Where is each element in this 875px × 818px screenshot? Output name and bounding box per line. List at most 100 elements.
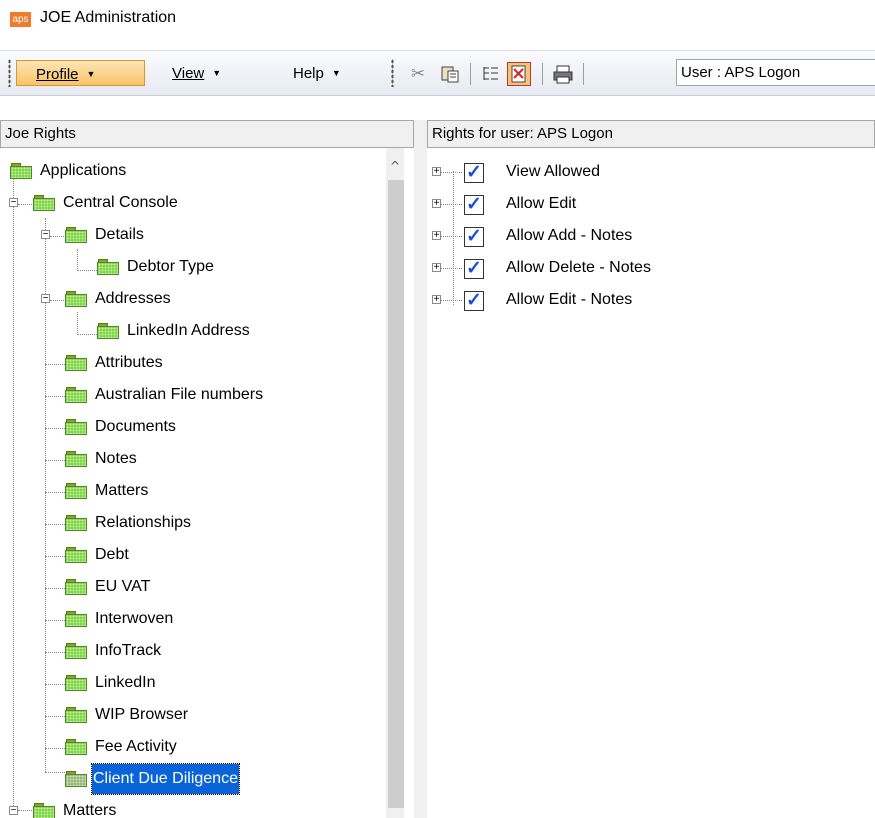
- tree-node-applications[interactable]: Applications: [0, 156, 380, 186]
- checkbox-checked-icon[interactable]: ✓: [464, 259, 484, 279]
- right-item-allow-add-notes[interactable]: + ✓ Allow Add - Notes: [427, 220, 867, 252]
- open-folder-icon: [65, 771, 87, 787]
- folder-icon: [33, 195, 55, 211]
- tree-node-central-console[interactable]: − Central Console: [0, 188, 380, 218]
- expand-icon[interactable]: +: [432, 231, 441, 241]
- collapse-icon[interactable]: −: [9, 198, 18, 208]
- view-menu-button[interactable]: View ▼: [172, 60, 264, 86]
- right-label: Allow Edit - Notes: [506, 291, 633, 308]
- rights-report-icon[interactable]: [507, 62, 531, 86]
- view-menu-label: View: [172, 65, 205, 82]
- tree-node-label: Addresses: [95, 290, 171, 307]
- folder-icon: [65, 355, 87, 371]
- tree-node-notes[interactable]: Notes: [0, 444, 380, 474]
- tree-node-matters[interactable]: Matters: [0, 476, 380, 506]
- checkbox-checked-icon[interactable]: ✓: [464, 195, 484, 215]
- window-title: JOE Administration: [40, 9, 177, 26]
- folder-icon: [10, 163, 32, 179]
- toolbar-grip[interactable]: [391, 59, 394, 87]
- checkbox-checked-icon[interactable]: ✓: [464, 291, 484, 311]
- right-item-allow-edit[interactable]: + ✓ Allow Edit: [427, 188, 867, 220]
- tree-node-label: EU VAT: [95, 578, 151, 595]
- folder-icon: [33, 803, 55, 818]
- folder-icon: [65, 483, 87, 499]
- scroll-up-icon[interactable]: ^: [386, 158, 404, 174]
- tree-node-addresses[interactable]: − Addresses: [0, 284, 380, 314]
- chevron-down-icon: ▼: [212, 68, 222, 78]
- rights-for-user-header: Rights for user: APS Logon: [427, 120, 875, 148]
- tree-node-details[interactable]: − Details: [0, 220, 380, 250]
- tree-node-label: Central Console: [63, 194, 178, 211]
- rights-list: + ✓ View Allowed + ✓ Allow Edit + ✓ Allo…: [427, 148, 875, 818]
- tree-node-fee-activity[interactable]: Fee Activity: [0, 732, 380, 762]
- scroll-thumb[interactable]: [388, 180, 404, 808]
- folder-icon: [65, 643, 87, 659]
- tree-node-label: Attributes: [95, 354, 163, 371]
- paste-icon[interactable]: [440, 64, 460, 84]
- rights-tree[interactable]: Applications − Central Console − Details…: [0, 148, 414, 818]
- user-selector-field[interactable]: User : APS Logon: [676, 59, 875, 86]
- tree-node-wip-browser[interactable]: WIP Browser: [0, 700, 380, 730]
- expand-icon[interactable]: +: [432, 295, 441, 305]
- profile-menu-button[interactable]: Profile ▼: [16, 60, 145, 86]
- tree-node-linkedin-address[interactable]: LinkedIn Address: [0, 316, 380, 346]
- folder-icon: [97, 323, 119, 339]
- tree-node-infotrack[interactable]: InfoTrack: [0, 636, 380, 666]
- title-bar: aps JOE Administration: [0, 0, 875, 40]
- tree-node-interwoven[interactable]: Interwoven: [0, 604, 380, 634]
- folder-icon: [65, 451, 87, 467]
- tree-node-label: Documents: [95, 418, 176, 435]
- tree-node-australian-file-numbers[interactable]: Australian File numbers: [0, 380, 380, 410]
- toolbar-grip[interactable]: [8, 59, 11, 87]
- tree-node-attributes[interactable]: Attributes: [0, 348, 380, 378]
- collapse-icon[interactable]: −: [41, 230, 50, 240]
- cut-icon[interactable]: ✂: [408, 64, 428, 84]
- panel-splitter[interactable]: [414, 120, 427, 818]
- tree-node-label: InfoTrack: [95, 642, 162, 659]
- right-label: View Allowed: [506, 163, 600, 180]
- tree-node-relationships[interactable]: Relationships: [0, 508, 380, 538]
- chevron-down-icon: ▼: [331, 68, 341, 78]
- tree-view-icon[interactable]: [481, 64, 501, 84]
- right-label: Allow Add - Notes: [506, 227, 633, 244]
- tree-node-label: LinkedIn: [95, 674, 156, 691]
- toolbar: Profile ▼ View ▼ Help ▼ ✂ User : APS Logon: [0, 50, 875, 96]
- checkbox-checked-icon[interactable]: ✓: [464, 227, 484, 247]
- right-item-view-allowed[interactable]: + ✓ View Allowed: [427, 156, 867, 188]
- tree-node-debtor-type[interactable]: Debtor Type: [0, 252, 380, 282]
- tree-node-eu-vat[interactable]: EU VAT: [0, 572, 380, 602]
- expand-icon[interactable]: +: [432, 199, 441, 209]
- help-menu-button[interactable]: Help ▼: [293, 60, 381, 86]
- tree-node-matters-root[interactable]: − Matters: [0, 796, 380, 818]
- expand-icon[interactable]: +: [432, 167, 441, 177]
- tree-node-label: Relationships: [95, 514, 192, 531]
- collapse-icon[interactable]: −: [41, 294, 50, 304]
- tree-node-linkedin[interactable]: LinkedIn: [0, 668, 380, 698]
- collapse-icon[interactable]: −: [9, 806, 18, 816]
- right-item-allow-delete-notes[interactable]: + ✓ Allow Delete - Notes: [427, 252, 867, 284]
- toolbar-separator: [470, 63, 471, 85]
- tree-node-label: Applications: [40, 162, 127, 179]
- app-logo: aps: [10, 12, 31, 27]
- tree-scrollbar[interactable]: ^: [386, 148, 404, 818]
- folder-icon: [65, 291, 87, 307]
- expand-icon[interactable]: +: [432, 263, 441, 273]
- joe-rights-header: Joe Rights: [0, 120, 414, 148]
- right-label: Allow Delete - Notes: [506, 259, 651, 276]
- tree-node-label: Details: [95, 226, 144, 243]
- tree-node-label: Debtor Type: [127, 258, 214, 275]
- tree-node-label: Matters: [63, 802, 117, 818]
- folder-icon: [65, 707, 87, 723]
- tree-node-label: Debt: [95, 546, 129, 563]
- tree-node-label: Matters: [95, 482, 149, 499]
- checkbox-checked-icon[interactable]: ✓: [464, 163, 484, 183]
- tree-node-client-due-diligence[interactable]: Client Due Diligence: [0, 763, 380, 795]
- toolbar-separator: [542, 63, 543, 85]
- print-icon[interactable]: [552, 64, 573, 84]
- toolbar-separator: [583, 63, 584, 85]
- tree-node-documents[interactable]: Documents: [0, 412, 380, 442]
- right-item-allow-edit-notes[interactable]: + ✓ Allow Edit - Notes: [427, 284, 867, 316]
- tree-node-debt[interactable]: Debt: [0, 540, 380, 570]
- tree-node-label: Notes: [95, 450, 137, 467]
- tree-node-label: Australian File numbers: [95, 386, 264, 403]
